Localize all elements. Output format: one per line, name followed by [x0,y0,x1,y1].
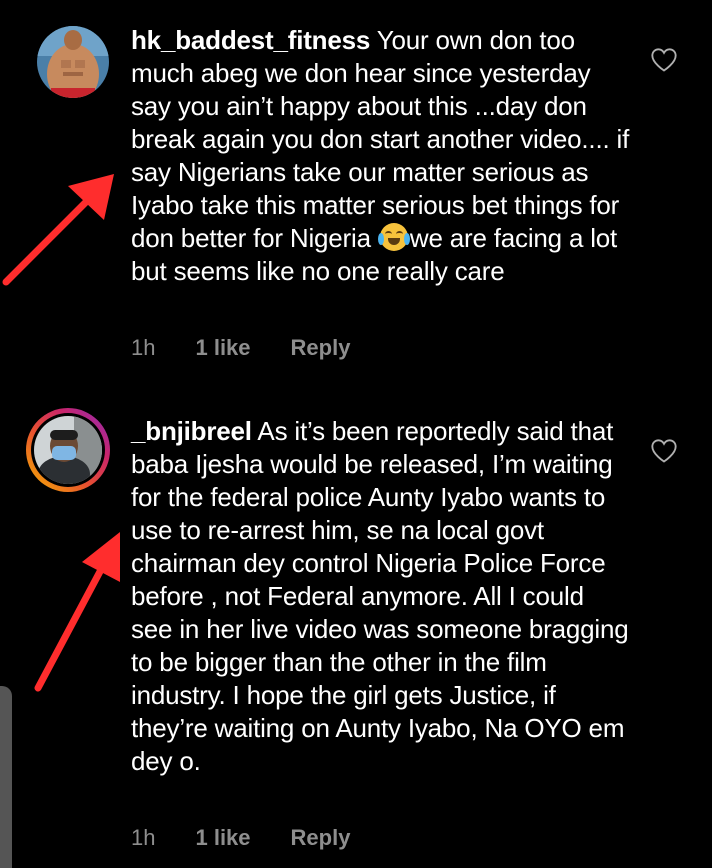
avatar-image [34,416,102,484]
scroll-edge [0,686,12,868]
annotation-arrow-icon [2,174,114,286]
avatar[interactable] [37,26,109,98]
comment-meta: 1h 1 like Reply [131,335,350,361]
reply-button[interactable]: Reply [291,825,351,851]
comment-text: hk_baddest_fitness Your own don too much… [131,24,631,288]
comment-meta: 1h 1 like Reply [131,825,350,851]
heart-outline-icon[interactable] [650,47,678,73]
annotation-arrow-icon [34,532,120,692]
comment-body: Your own don too much abeg we don hear s… [131,25,630,253]
comment-likes[interactable]: 1 like [195,335,250,361]
comment-text: _bnjibreel As it’s been reportedly said … [131,415,631,778]
comment-username[interactable]: hk_baddest_fitness [131,25,370,55]
heart-outline-icon[interactable] [650,438,678,464]
comment-username[interactable]: _bnjibreel [131,416,252,446]
comment-likes[interactable]: 1 like [195,825,250,851]
face-with-tears-of-joy-icon [377,223,410,251]
comment-timestamp: 1h [131,825,156,850]
comment-body: As it’s been reportedly said that baba I… [131,416,629,776]
avatar[interactable] [31,413,105,487]
reply-button[interactable]: Reply [291,335,351,361]
avatar-image [37,26,109,98]
comment-timestamp: 1h [131,335,156,360]
